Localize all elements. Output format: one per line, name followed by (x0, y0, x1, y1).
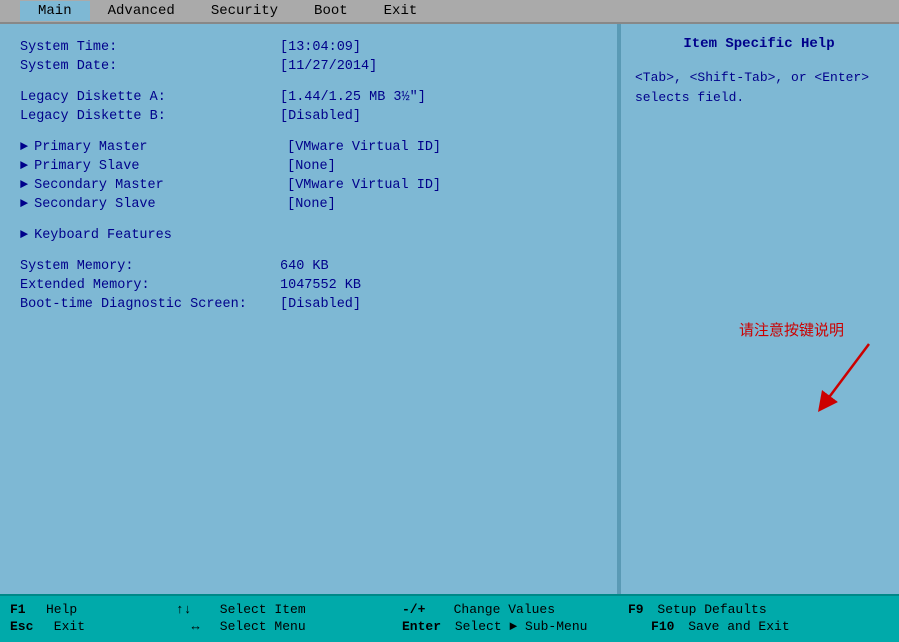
bios-body: System Time: [13:04:09] System Date: [11… (0, 24, 899, 594)
right-panel: Item Specific Help <Tab>, <Shift-Tab>, o… (619, 24, 899, 594)
arrow-icon-ps: ► (20, 159, 28, 174)
help-title: Item Specific Help (635, 36, 883, 52)
legacy-b-label: Legacy Diskette B: (20, 109, 280, 124)
key-f1: F1 (10, 602, 40, 617)
secondary-slave-label: Secondary Slave (34, 197, 287, 212)
arrow-icon-ss: ► (20, 197, 28, 212)
secondary-master-value: [VMware Virtual ID] (287, 178, 441, 193)
legacy-a-label: Legacy Diskette A: (20, 90, 280, 105)
keyboard-features-label: Keyboard Features (34, 228, 287, 243)
menu-item-advanced[interactable]: Advanced (90, 1, 193, 21)
desc-setup-defaults: Setup Defaults (650, 602, 767, 617)
boot-diag-value: [Disabled] (280, 297, 361, 312)
red-arrow-svg (814, 339, 884, 419)
system-date-label: System Date: (20, 59, 280, 74)
arrow-icon-kf: ► (20, 228, 28, 243)
chinese-annotation: 请注意按键说明 (739, 319, 844, 340)
key-leftright: ↔ (176, 619, 206, 634)
action-sub-menu: Select ► Sub-Menu (447, 619, 607, 634)
extended-memory-row: Extended Memory: 1047552 KB (20, 278, 597, 293)
status-row-2: Esc Exit ↔ Select Menu Enter Select ► Su… (10, 619, 889, 634)
menu-item-boot[interactable]: Boot (296, 1, 366, 21)
keyboard-features-row[interactable]: ► Keyboard Features (20, 228, 597, 243)
primary-master-value: [VMware Virtual ID] (287, 140, 441, 155)
system-memory-value: 640 KB (280, 259, 329, 274)
spacer2 (20, 128, 597, 140)
left-panel: System Time: [13:04:09] System Date: [11… (0, 24, 619, 594)
system-date-row: System Date: [11/27/2014] (20, 59, 597, 74)
system-time-row: System Time: [13:04:09] (20, 40, 597, 55)
arrow-icon-sm: ► (20, 178, 28, 193)
primary-master-label: Primary Master (34, 140, 287, 155)
status-row-1: F1 Help ↑↓ Select Item -/+ Change Values… (10, 602, 889, 617)
key-updown: ↑↓ (176, 602, 206, 617)
system-memory-label: System Memory: (20, 259, 280, 274)
menu-item-security[interactable]: Security (193, 1, 296, 21)
extended-memory-value: 1047552 KB (280, 278, 361, 293)
key-esc: Esc (10, 619, 40, 634)
desc-exit: Exit (46, 619, 146, 634)
arrow-icon-pm: ► (20, 140, 28, 155)
status-bar: F1 Help ↑↓ Select Item -/+ Change Values… (0, 594, 899, 642)
help-text: <Tab>, <Shift-Tab>, or <Enter> selects f… (635, 68, 883, 107)
menu-item-main[interactable]: Main (20, 1, 90, 21)
menu-bar: Main Advanced Security Boot Exit (0, 0, 899, 24)
primary-slave-row[interactable]: ► Primary Slave [None] (20, 159, 597, 174)
action-change-values: Change Values (438, 602, 598, 617)
primary-master-row[interactable]: ► Primary Master [VMware Virtual ID] (20, 140, 597, 155)
system-memory-row: System Memory: 640 KB (20, 259, 597, 274)
menu-item-exit[interactable]: Exit (366, 1, 436, 21)
boot-diag-row: Boot-time Diagnostic Screen: [Disabled] (20, 297, 597, 312)
system-time-label: System Time: (20, 40, 280, 55)
legacy-a-value[interactable]: [1.44/1.25 MB 3½"] (280, 90, 426, 105)
desc-save-exit: Save and Exit (680, 619, 789, 634)
boot-diag-label: Boot-time Diagnostic Screen: (20, 297, 280, 312)
secondary-slave-value: [None] (287, 197, 336, 212)
system-time-value[interactable]: [13:04:09] (280, 40, 361, 55)
secondary-master-row[interactable]: ► Secondary Master [VMware Virtual ID] (20, 178, 597, 193)
chinese-text: 请注意按键说明 (739, 322, 844, 339)
action-select-item: Select Item (212, 602, 372, 617)
secondary-master-label: Secondary Master (34, 178, 287, 193)
desc-help: Help (46, 602, 146, 617)
legacy-a-row: Legacy Diskette A: [1.44/1.25 MB 3½"] (20, 90, 597, 105)
spacer3 (20, 216, 597, 228)
primary-slave-label: Primary Slave (34, 159, 287, 174)
key-dash: -/+ (402, 602, 432, 617)
primary-slave-value: [None] (287, 159, 336, 174)
spacer4 (20, 247, 597, 259)
key-f10: F10 (651, 619, 674, 634)
extended-memory-label: Extended Memory: (20, 278, 280, 293)
spacer1 (20, 78, 597, 90)
action-select-menu: Select Menu (212, 619, 372, 634)
key-enter: Enter (402, 619, 441, 634)
secondary-slave-row[interactable]: ► Secondary Slave [None] (20, 197, 597, 212)
system-date-value[interactable]: [11/27/2014] (280, 59, 377, 74)
panel-divider (619, 24, 621, 594)
key-f9: F9 (628, 602, 644, 617)
legacy-b-value[interactable]: [Disabled] (280, 109, 361, 124)
legacy-b-row: Legacy Diskette B: [Disabled] (20, 109, 597, 124)
